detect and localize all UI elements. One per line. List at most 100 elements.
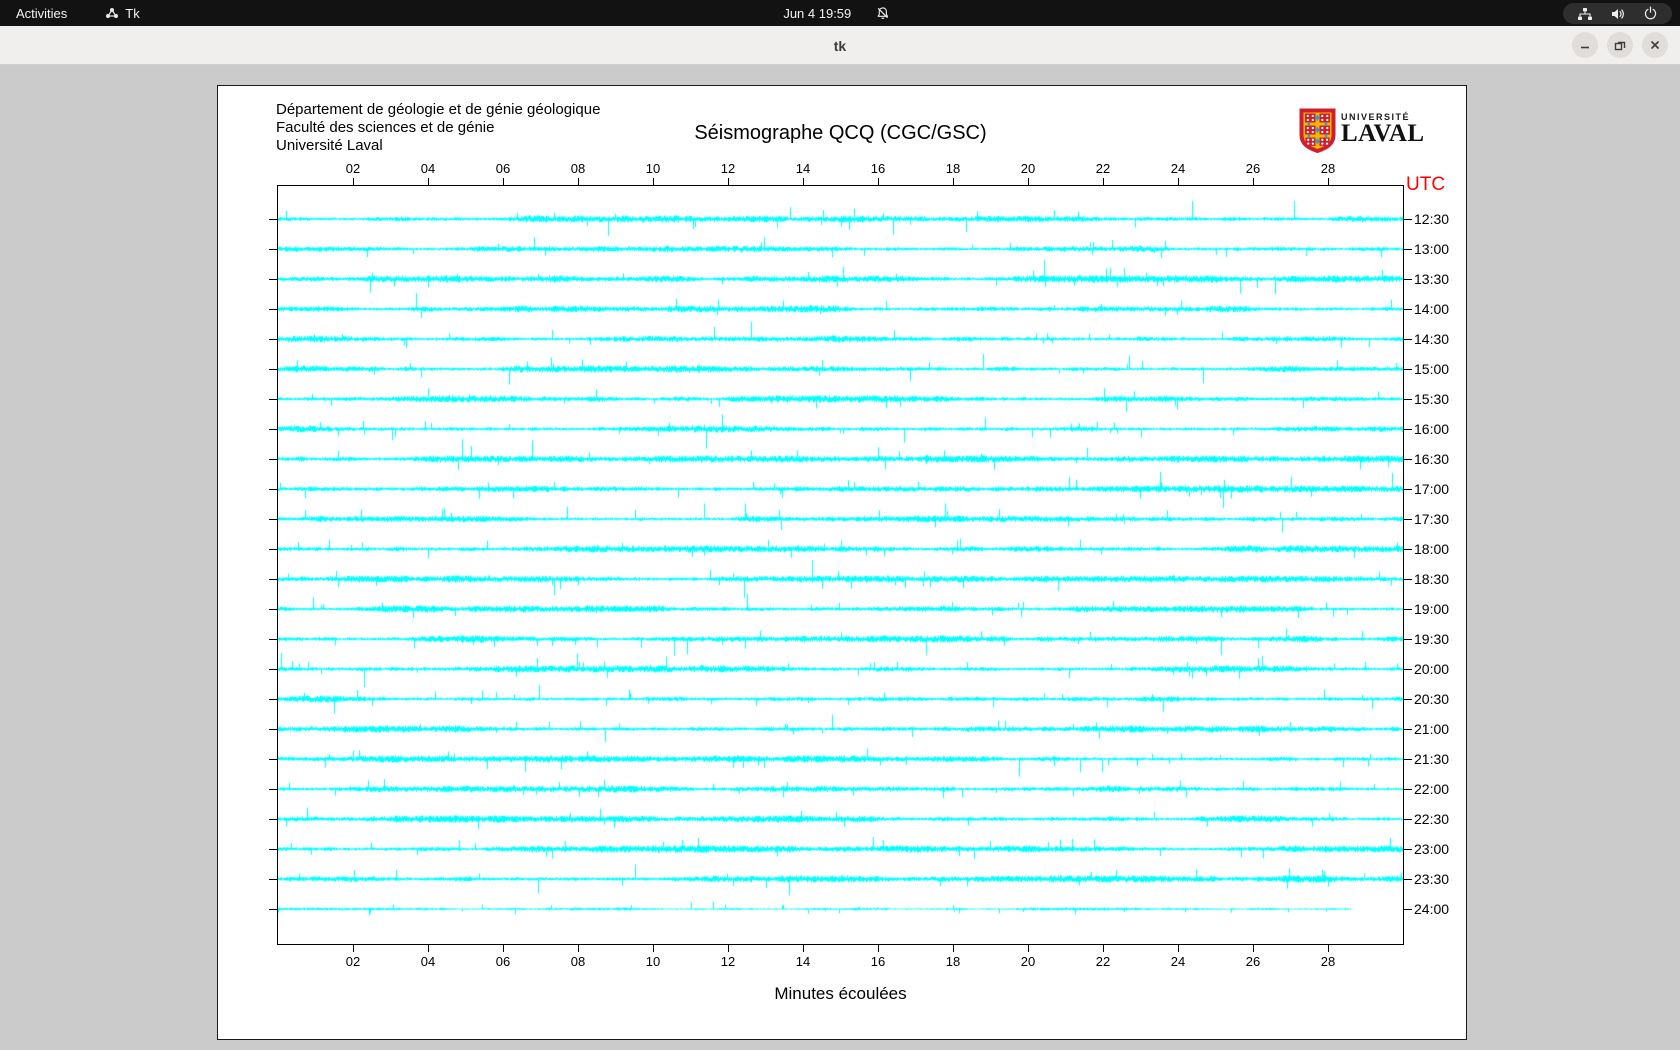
trace-tick-left (269, 489, 277, 490)
utc-time-label: 22:30 (1414, 811, 1450, 827)
seismograph-window: Département de géologie et de génie géol… (217, 85, 1467, 1040)
trace-tick-left (269, 639, 277, 640)
trace-tick-right (1403, 789, 1412, 790)
trace-tick-right (1403, 849, 1412, 850)
utc-time-label: 21:00 (1414, 721, 1450, 737)
x-tick-label-top: 16 (870, 161, 886, 176)
x-tick-bottom (653, 945, 654, 952)
utc-time-label: 18:30 (1414, 571, 1450, 587)
x-tick-label-bottom: 16 (870, 954, 886, 969)
x-tick-label-top: 26 (1245, 161, 1261, 176)
utc-time-label: 24:00 (1414, 901, 1450, 917)
activities-button[interactable]: Activities (16, 6, 67, 21)
trace-tick-right (1403, 489, 1412, 490)
trace-tick-right (1403, 699, 1412, 700)
maximize-icon (1614, 41, 1626, 51)
x-tick-label-bottom: 22 (1095, 954, 1111, 969)
x-tick-label-bottom: 24 (1170, 954, 1186, 969)
close-button[interactable] (1642, 32, 1668, 58)
trace-tick-left (269, 579, 277, 580)
laval-shield-icon (1299, 108, 1336, 158)
x-tick-top (1178, 178, 1179, 185)
utc-time-label: 15:00 (1414, 361, 1450, 377)
power-icon (1643, 6, 1658, 21)
x-tick-top (878, 178, 879, 185)
clock-label: Jun 4 19:59 (783, 5, 852, 21)
x-tick-label-top: 28 (1320, 161, 1336, 176)
utc-time-label: 22:00 (1414, 781, 1450, 797)
utc-time-label: 13:30 (1414, 271, 1450, 287)
trace-tick-right (1403, 909, 1412, 910)
maximize-button[interactable] (1607, 32, 1633, 58)
x-tick-top (428, 178, 429, 185)
utc-time-label: 13:00 (1414, 241, 1450, 257)
trace-tick-left (269, 249, 277, 250)
trace-tick-right (1403, 819, 1412, 820)
trace-tick-right (1403, 219, 1412, 220)
trace-tick-left (269, 789, 277, 790)
trace-tick-left (269, 669, 277, 670)
x-tick-label-top: 02 (345, 161, 361, 176)
x-tick-top (953, 178, 954, 185)
utc-time-label: 23:30 (1414, 871, 1450, 887)
trace-tick-right (1403, 519, 1412, 520)
app-indicator-label: Tk (125, 5, 140, 21)
logo-text-laval: LAVAL (1341, 120, 1425, 147)
x-tick-label-bottom: 08 (570, 954, 586, 969)
trace-tick-left (269, 849, 277, 850)
trace-tick-left (269, 519, 277, 520)
close-icon (1650, 40, 1660, 50)
trace-tick-right (1403, 429, 1412, 430)
trace-tick-right (1403, 729, 1412, 730)
x-axis-title: Minutes écoulées (774, 984, 907, 1003)
system-status-area[interactable] (1563, 3, 1672, 24)
trace-tick-left (269, 549, 277, 550)
universite-laval-logo: UNIVERSITÉ LAVAL (1299, 108, 1425, 158)
app-indicator[interactable]: Tk (105, 5, 140, 21)
utc-time-label: 12:30 (1414, 211, 1450, 227)
trace-tick-left (269, 729, 277, 730)
trace-tick-left (269, 369, 277, 370)
utc-time-label: 18:00 (1414, 541, 1450, 557)
trace-tick-left (269, 339, 277, 340)
x-tick-label-top: 14 (795, 161, 811, 176)
x-tick-label-bottom: 06 (495, 954, 511, 969)
trace-tick-right (1403, 309, 1412, 310)
utc-time-label: 21:30 (1414, 751, 1450, 767)
x-tick-top (1328, 178, 1329, 185)
trace-tick-left (269, 759, 277, 760)
x-tick-label-bottom: 04 (420, 954, 436, 969)
institution-line-1: Département de géologie et de génie géol… (276, 101, 601, 118)
window-title: tk (833, 37, 847, 54)
x-tick-bottom (728, 945, 729, 952)
trace-tick-left (269, 909, 277, 910)
minimize-button[interactable] (1572, 32, 1598, 58)
x-tick-label-top: 12 (720, 161, 736, 176)
utc-time-label: 20:30 (1414, 691, 1450, 707)
seismogram-traces (278, 186, 1403, 944)
clock-button[interactable]: Jun 4 19:59 (783, 0, 890, 26)
trace-tick-right (1403, 369, 1412, 370)
network-wired-icon (1577, 7, 1593, 21)
trace-tick-right (1403, 249, 1412, 250)
x-tick-bottom (1103, 945, 1104, 952)
x-tick-bottom (1028, 945, 1029, 952)
x-tick-label-bottom: 26 (1245, 954, 1261, 969)
x-tick-label-bottom: 12 (720, 954, 736, 969)
trace-tick-left (269, 309, 277, 310)
x-tick-top (353, 178, 354, 185)
x-tick-top (503, 178, 504, 185)
trace-tick-right (1403, 639, 1412, 640)
x-tick-label-bottom: 02 (345, 954, 361, 969)
utc-time-label: 19:00 (1414, 601, 1450, 617)
x-tick-bottom (578, 945, 579, 952)
trace-tick-right (1403, 609, 1412, 610)
minimize-icon (1581, 46, 1589, 49)
x-tick-top (653, 178, 654, 185)
bell-muted-icon (875, 6, 890, 21)
utc-time-label: 19:30 (1414, 631, 1450, 647)
x-tick-bottom (953, 945, 954, 952)
utc-time-label: 17:00 (1414, 481, 1450, 497)
utc-time-label: 16:30 (1414, 451, 1450, 467)
utc-time-label: 15:30 (1414, 391, 1450, 407)
